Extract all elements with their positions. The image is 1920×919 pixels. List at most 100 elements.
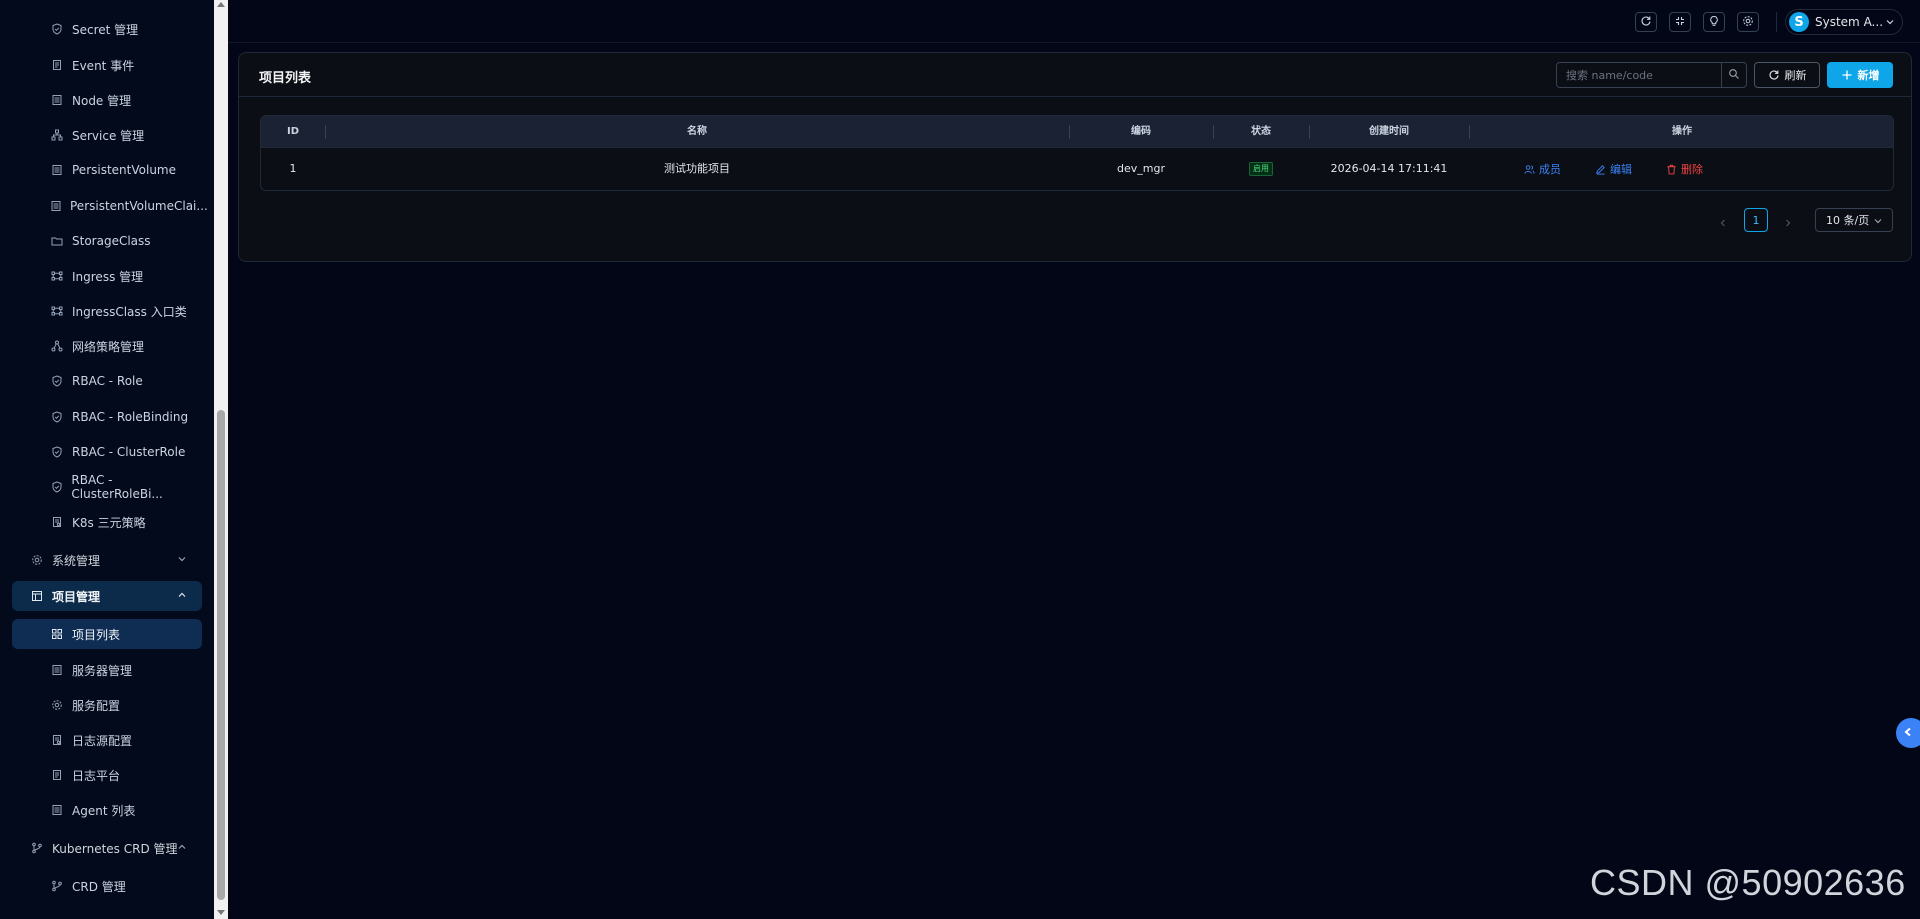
sidebar-item-ingressclass[interactable]: IngressClass 入口类 (12, 296, 202, 326)
pagination-prev-button[interactable] (1717, 217, 1731, 231)
top-bar: S System A... (228, 0, 1920, 43)
sidebar-item-secret[interactable]: Secret 管理 (12, 14, 202, 44)
column-header-status[interactable]: 状态 (1213, 116, 1309, 148)
column-header-code[interactable]: 编码 (1069, 116, 1213, 148)
chevron-left-icon (1902, 726, 1914, 741)
sidebar-item-rbac-clusterrolebinding[interactable]: RBAC - ClusterRoleBi... (12, 472, 202, 502)
column-header-created[interactable]: 创建时间 (1309, 116, 1469, 148)
pagination-next-button[interactable] (1782, 217, 1796, 231)
sidebar-item-logplatform[interactable]: 日志平台 (12, 760, 202, 790)
pagination-page-1[interactable]: 1 (1744, 208, 1768, 232)
chevron-down-icon (176, 553, 190, 567)
sidebar-item-service[interactable]: Service 管理 (12, 120, 202, 150)
sidebar-group-crd[interactable]: Kubernetes CRD 管理 (12, 833, 202, 863)
document-icon (50, 58, 64, 72)
scroll-thumb[interactable] (217, 410, 225, 900)
page-size-select[interactable]: 10 条/页 (1815, 208, 1893, 232)
sidebar-item-label: Ingress 管理 (72, 269, 144, 284)
sidebar-item-rbac-rolebinding[interactable]: RBAC - RoleBinding (12, 402, 202, 432)
sidebar-item-label: RBAC - ClusterRoleBi... (71, 473, 163, 501)
search-input[interactable] (1566, 68, 1716, 82)
sidebar-scrollbar[interactable] (214, 0, 228, 919)
network-icon (50, 339, 64, 353)
list-icon (50, 663, 64, 677)
gear-icon (30, 553, 44, 567)
sidebar-item-service-config[interactable]: 服务配置 (12, 690, 202, 720)
search-button[interactable] (1721, 62, 1747, 88)
sidebar-item-persistentvolume[interactable]: PersistentVolume (12, 155, 202, 185)
scroll-up-arrow-icon[interactable] (217, 2, 225, 7)
sidebar-item-networkpolicy[interactable]: 网络策略管理 (12, 331, 202, 361)
sidebar-item-label: PersistentVolumeClai... (70, 199, 208, 213)
refresh-button[interactable]: 刷新 (1754, 62, 1820, 88)
sidebar-item-label: Secret 管理 (72, 22, 139, 37)
sidebar-item-logsource[interactable]: 日志源配置 (12, 725, 202, 755)
reload-button[interactable] (1635, 12, 1657, 32)
sidebar-item-rbac-role[interactable]: RBAC - Role (12, 366, 202, 396)
sidebar-item-event[interactable]: Event 事件 (12, 50, 202, 80)
list-icon (50, 803, 64, 817)
search-icon (1728, 68, 1740, 83)
members-action[interactable]: 成员 (1524, 148, 1561, 190)
sidebar-item-rbac-clusterrole[interactable]: RBAC - ClusterRole (12, 437, 202, 467)
edit-label: 编辑 (1610, 163, 1632, 176)
sidebar-item-k8s-policy[interactable]: K8s 三元策略 (12, 507, 202, 537)
search-field[interactable] (1556, 62, 1722, 88)
sidebar-item-storageclass[interactable]: StorageClass (12, 226, 202, 256)
shield-icon (50, 445, 64, 459)
side-panel-toggle[interactable] (1896, 718, 1920, 748)
page-title: 项目列表 (259, 71, 312, 86)
sidebar-item-label: Node 管理 (72, 93, 132, 108)
document-icon (50, 768, 64, 782)
table-row: 1 测试功能项目 dev_mgr 启用 2026-04-14 17:11:41 … (261, 148, 1893, 190)
chevron-right-icon (1782, 218, 1794, 232)
theme-button[interactable] (1703, 12, 1725, 32)
column-header-actions: 操作 (1672, 126, 1692, 137)
members-label: 成员 (1539, 163, 1561, 176)
sidebar-item-node[interactable]: Node 管理 (12, 85, 202, 115)
chevron-down-icon (1884, 16, 1896, 28)
column-header-id[interactable]: ID (261, 116, 325, 148)
branch-icon (30, 841, 44, 855)
sidebar-item-pvc[interactable]: PersistentVolumeClai... (12, 191, 208, 221)
sidebar-item-label: 服务器管理 (72, 663, 133, 678)
shield-icon (50, 22, 64, 36)
users-icon (1524, 164, 1535, 175)
document-icon (50, 733, 64, 747)
sidebar-item-server[interactable]: 服务器管理 (12, 655, 202, 685)
user-menu[interactable]: S System A... (1785, 9, 1903, 35)
add-project-button[interactable]: 新增 (1827, 62, 1893, 88)
sidebar: Secret 管理 Event 事件 Node 管理 Service 管理 Pe… (0, 0, 214, 919)
cell-status: 启用 (1213, 148, 1309, 190)
ingress-icon (50, 269, 64, 283)
cell-created: 2026-04-14 17:11:41 (1330, 162, 1448, 175)
sidebar-group-label: 系统管理 (52, 553, 101, 568)
scroll-down-arrow-icon[interactable] (217, 910, 225, 915)
sidebar-item-label: IngressClass 入口类 (72, 304, 187, 319)
watermark: CSDN @50902636 (1590, 862, 1906, 903)
sidebar-item-agent[interactable]: Agent 列表 (12, 795, 202, 825)
card-header: 项目列表 刷新 新增 (239, 53, 1911, 97)
settings-button[interactable] (1737, 12, 1759, 32)
edit-action[interactable]: 编辑 (1595, 148, 1632, 190)
list-icon (50, 199, 62, 213)
trash-icon (1666, 164, 1677, 175)
reload-icon (1640, 15, 1652, 30)
sidebar-item-label: 网络策略管理 (72, 339, 145, 354)
fullscreen-icon (1674, 15, 1686, 30)
sidebar-group-system[interactable]: 系统管理 (12, 545, 202, 575)
sidebar-item-crd[interactable]: CRD 管理 (12, 871, 202, 901)
sidebar-group-project[interactable]: 项目管理 (12, 581, 202, 611)
grid-icon (50, 627, 64, 641)
sidebar-item-label: Event 事件 (72, 58, 135, 73)
sidebar-item-project-list[interactable]: 项目列表 (12, 619, 202, 649)
sidebar-item-ingress[interactable]: Ingress 管理 (12, 261, 202, 291)
shield-icon (50, 374, 64, 388)
delete-label: 删除 (1681, 163, 1703, 176)
sidebar-item-label: Service 管理 (72, 128, 145, 143)
delete-action[interactable]: 删除 (1666, 148, 1703, 190)
gear-icon (50, 698, 64, 712)
fullscreen-button[interactable] (1669, 12, 1691, 32)
chevron-left-icon (1717, 218, 1729, 232)
column-header-name[interactable]: 名称 (325, 116, 1069, 148)
